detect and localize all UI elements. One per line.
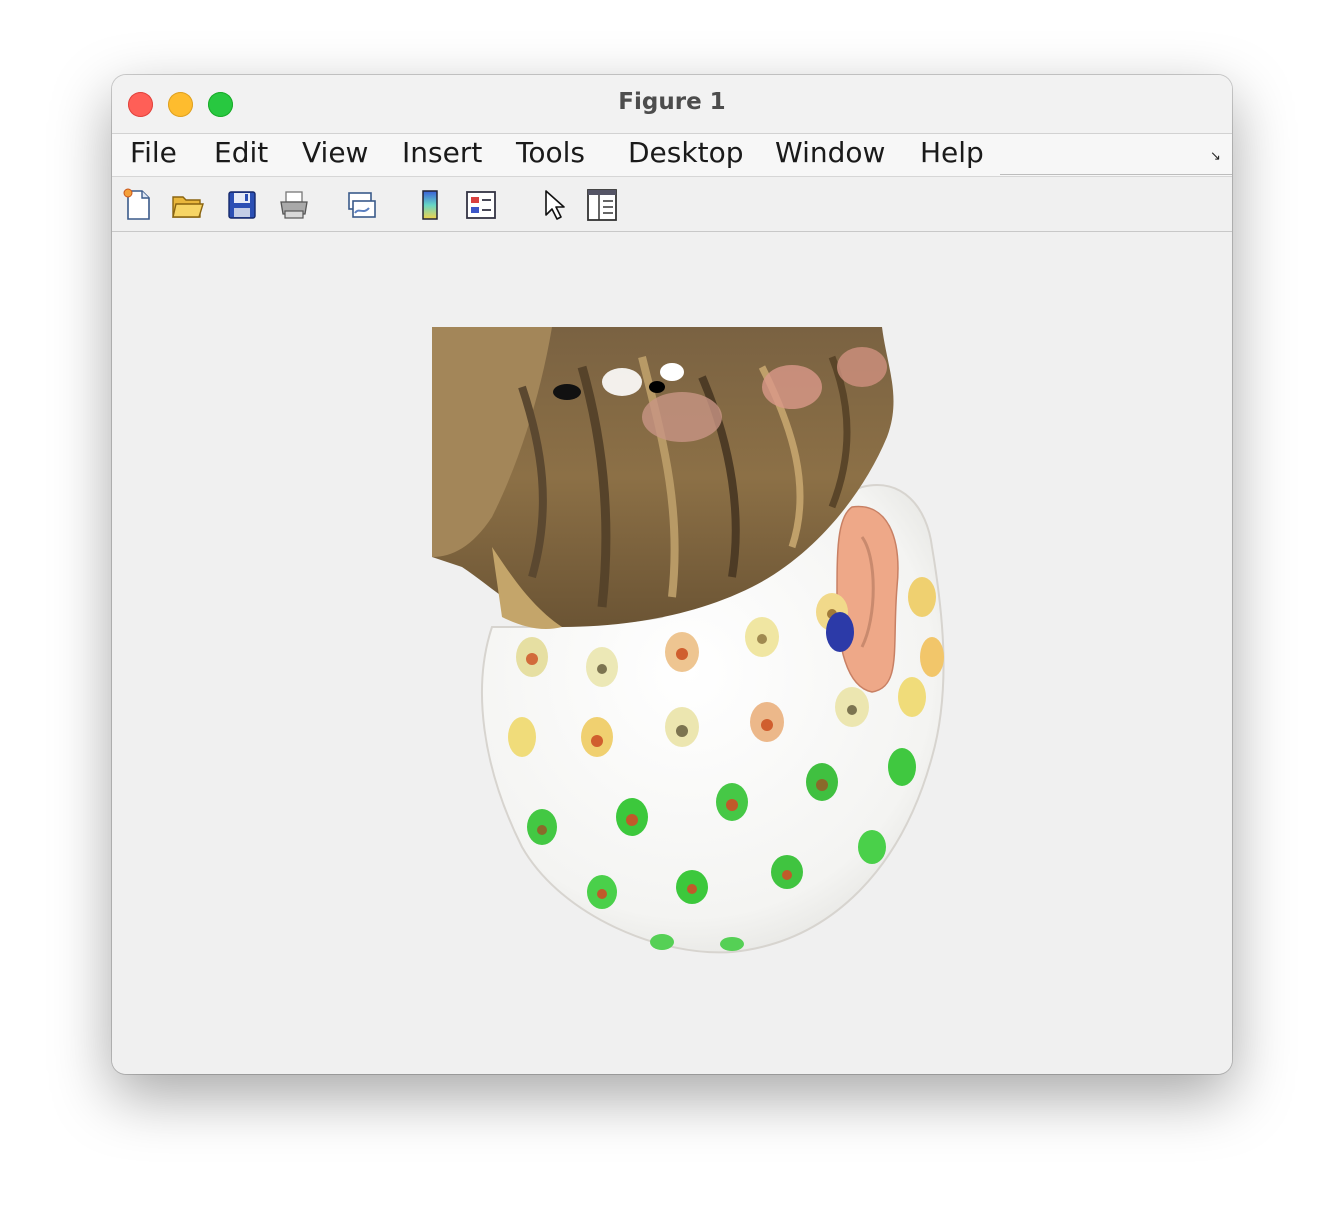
figure-window: Figure 1 File Edit View Insert Tools Des… xyxy=(112,75,1232,1074)
window-title: Figure 1 xyxy=(618,89,726,115)
menu-window[interactable]: Window xyxy=(775,136,885,169)
menu-bar: File Edit View Insert Tools Desktop Wind… xyxy=(112,133,1232,176)
menu-desktop[interactable]: Desktop xyxy=(628,136,743,169)
menu-separator-line xyxy=(1000,174,1232,175)
property-inspector-icon[interactable] xyxy=(584,187,620,223)
menu-tools[interactable]: Tools xyxy=(516,136,585,169)
link-plot-icon[interactable] xyxy=(344,187,380,223)
edit-plot-pointer-icon[interactable] xyxy=(536,187,572,223)
legend-icon[interactable] xyxy=(463,187,499,223)
menu-help[interactable]: Help xyxy=(920,136,984,169)
dock-arrow-icon[interactable]: ↘ xyxy=(1210,149,1224,162)
new-figure-icon[interactable] xyxy=(120,187,156,223)
colorbar-icon[interactable] xyxy=(412,187,448,223)
open-file-icon[interactable] xyxy=(170,187,206,223)
menu-insert[interactable]: Insert xyxy=(402,136,482,169)
title-bar[interactable]: Figure 1 xyxy=(112,75,1232,133)
figure-canvas[interactable] xyxy=(112,232,1232,1074)
print-icon[interactable] xyxy=(276,187,312,223)
menu-edit[interactable]: Edit xyxy=(214,136,268,169)
head-scan-surface[interactable] xyxy=(432,327,952,957)
menu-view[interactable]: View xyxy=(302,136,368,169)
figure-toolbar xyxy=(112,176,1232,232)
save-icon[interactable] xyxy=(224,187,260,223)
menu-file[interactable]: File xyxy=(130,136,177,169)
